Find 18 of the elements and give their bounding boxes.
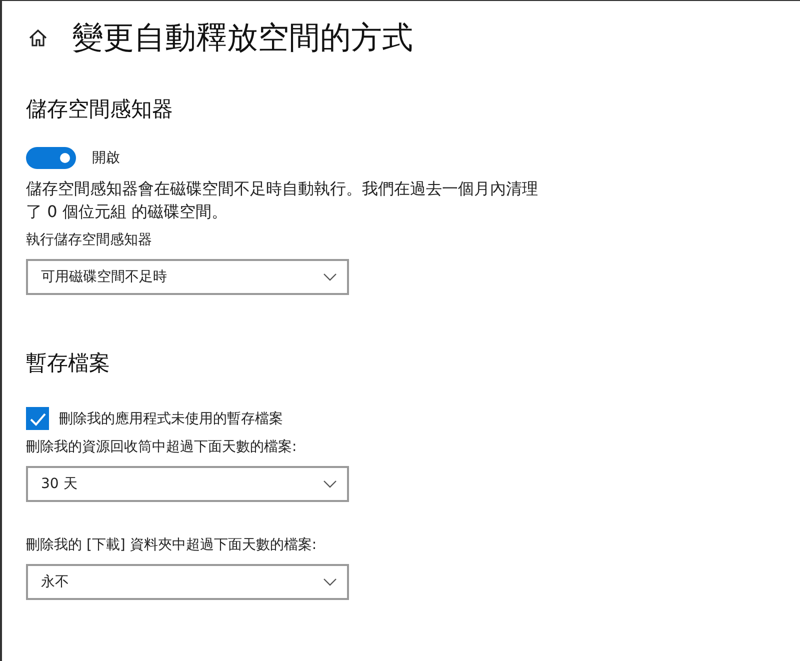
- checkbox[interactable]: [26, 407, 49, 430]
- page-title: 變更自動釋放空間的方式: [72, 19, 413, 58]
- section-heading: 儲存空間感知器: [26, 96, 173, 123]
- dropdown-label: 刪除我的 [下載] 資料夾中超過下面天數的檔案:: [26, 536, 317, 554]
- checkbox-label: 刪除我的應用程式未使用的暫存檔案: [59, 410, 283, 428]
- toggle-label: 開啟: [92, 149, 120, 167]
- dropdown-label: 刪除我的資源回收筒中超過下面天數的檔案:: [26, 438, 297, 456]
- dropdown-label: 執行儲存空間感知器: [26, 231, 152, 249]
- chevron-down-icon: [323, 578, 337, 586]
- chevron-down-icon: [323, 480, 337, 488]
- dropdown[interactable]: 可用磁碟空間不足時: [26, 259, 349, 295]
- section-heading: 暫存檔案: [26, 350, 110, 377]
- chevron-down-icon: [323, 273, 337, 281]
- toggle-switch[interactable]: [26, 147, 76, 169]
- home-icon[interactable]: [28, 28, 48, 48]
- dropdown[interactable]: 永不: [26, 564, 349, 600]
- description-text: 儲存空間感知器會在磁碟空間不足時自動執行。我們在過去一個月內清理了 0 個位元組 的磁碟空間。: [26, 178, 539, 223]
- dropdown[interactable]: 30 天: [26, 466, 349, 502]
